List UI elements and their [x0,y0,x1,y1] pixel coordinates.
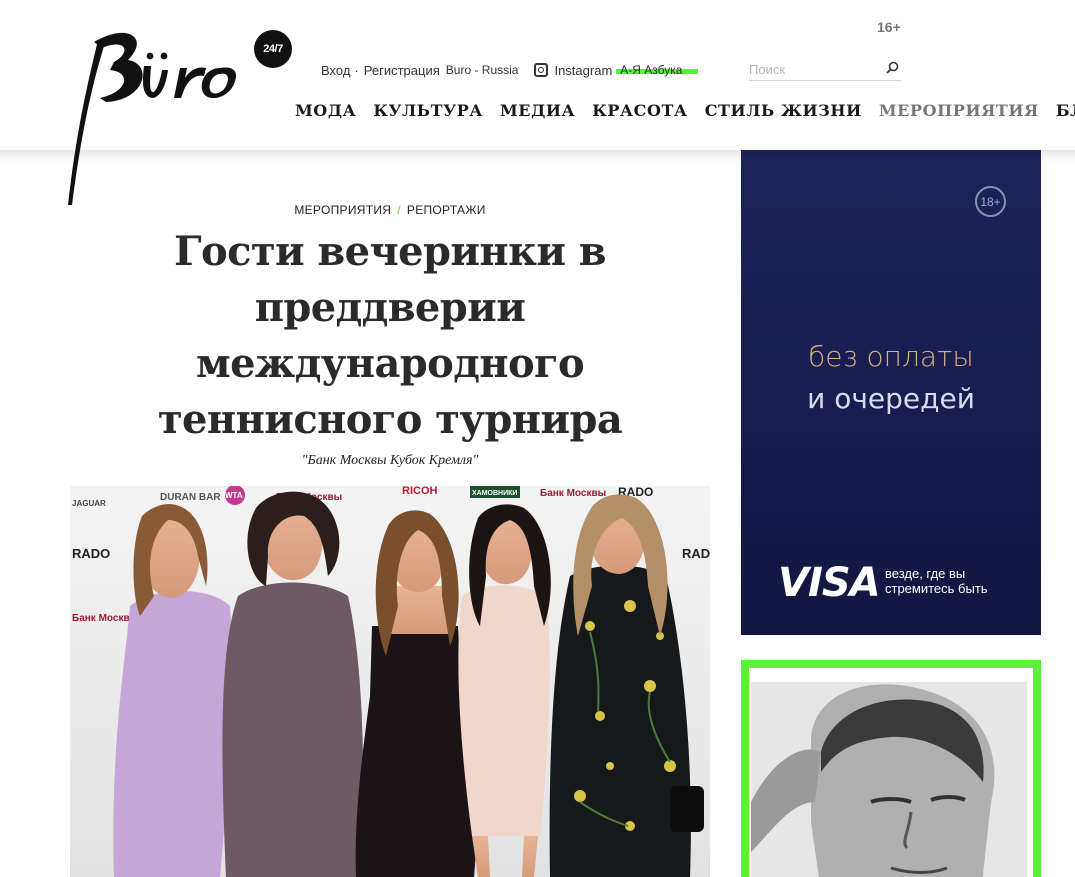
wall-logo-khamovniki: ХАМОВНИКИ [472,490,517,497]
wall-logo-rado3: RADO [682,546,710,561]
person-4 [458,504,551,877]
article-title: Гости вечеринки в преддверии международн… [157,228,623,443]
instagram-label: Instagram [554,62,613,78]
nav-item-kultura[interactable]: КУЛЬТУРА [373,101,483,120]
ad-slogan: везде, где вы стремитесь быть [885,566,988,596]
logo-mark [68,32,237,205]
promo-teaser[interactable] [741,660,1041,877]
ad-age-badge: 18+ [975,186,1006,217]
instagram-link[interactable]: Instagram [534,63,612,78]
logo-badge: 24/7 [254,30,292,68]
breadcrumb-category[interactable]: МЕРОПРИЯТИЯ [294,203,391,217]
register-link[interactable]: Регистрация [364,63,440,78]
portrait-illustration [751,682,1027,877]
promo-portrait-photo [751,682,1027,877]
site-logo[interactable]: 24/7 [58,22,292,212]
region-link[interactable]: Buro - Russia [446,63,519,77]
abc-link[interactable]: А-Я Азбука [616,63,699,77]
main-nav: МОДА КУЛЬТУРА МЕДИА КРАСОТА СТИЛЬ ЖИЗНИ … [295,101,1075,120]
nav-item-moda[interactable]: МОДА [295,101,356,120]
abc-label: А-Я Азбука [620,63,683,77]
wall-logo-rado2: RADO [72,546,110,561]
search-input[interactable] [749,58,879,80]
article-hero-photo[interactable]: DURAN BAR WTA Банк Москвы RICOH ХАМОВНИК… [70,486,710,877]
instagram-icon [534,63,549,77]
breadcrumb-subcategory[interactable]: РЕПОРТАЖИ [407,203,486,217]
age-rating-badge: 16+ [877,19,901,35]
search-box [749,58,901,81]
nav-item-media[interactable]: МЕДИА [500,101,575,120]
ad-headline-1: без оплаты [808,340,974,373]
article-subtitle: "Банк Москвы Кубок Кремля" [301,453,479,468]
nav-item-blogs[interactable]: БЛОГИ [1056,101,1075,120]
nav-item-krasota[interactable]: КРАСОТА [592,101,687,120]
utility-bar: Вход · Регистрация Buro - Russia Instagr… [321,60,699,80]
nav-item-events[interactable]: МЕРОПРИЯТИЯ [879,101,1039,120]
nav-item-lifestyle[interactable]: СТИЛЬ ЖИЗНИ [705,101,862,120]
event-photo-illustration: DURAN BAR WTA Банк Москвы RICOH ХАМОВНИК… [70,486,710,877]
separator-dot: · [354,62,359,78]
wall-logo-bank3: Банк Москвы [72,613,138,624]
breadcrumb-separator: / [397,203,401,217]
search-icon[interactable] [886,61,899,74]
visa-logo: VISA [778,560,881,606]
article: МЕРОПРИЯТИЯ / РЕПОРТАЖИ Гости вечеринки в … [70,150,710,877]
wall-logo-jaguar: JAGUAR [72,499,106,508]
login-link[interactable]: Вход [321,63,350,78]
wall-logo-ricoh: RICOH [402,486,438,497]
ad-headline-2: и очередей [807,382,975,415]
wall-logo-bank2: Банк Москвы [540,488,606,499]
visa-ad-banner[interactable]: 18+ без оплаты и очередей VISA везде, гд… [741,150,1041,635]
wall-logo-wta: WTA [225,491,243,500]
wall-logo-duran: DURAN BAR [160,492,221,503]
